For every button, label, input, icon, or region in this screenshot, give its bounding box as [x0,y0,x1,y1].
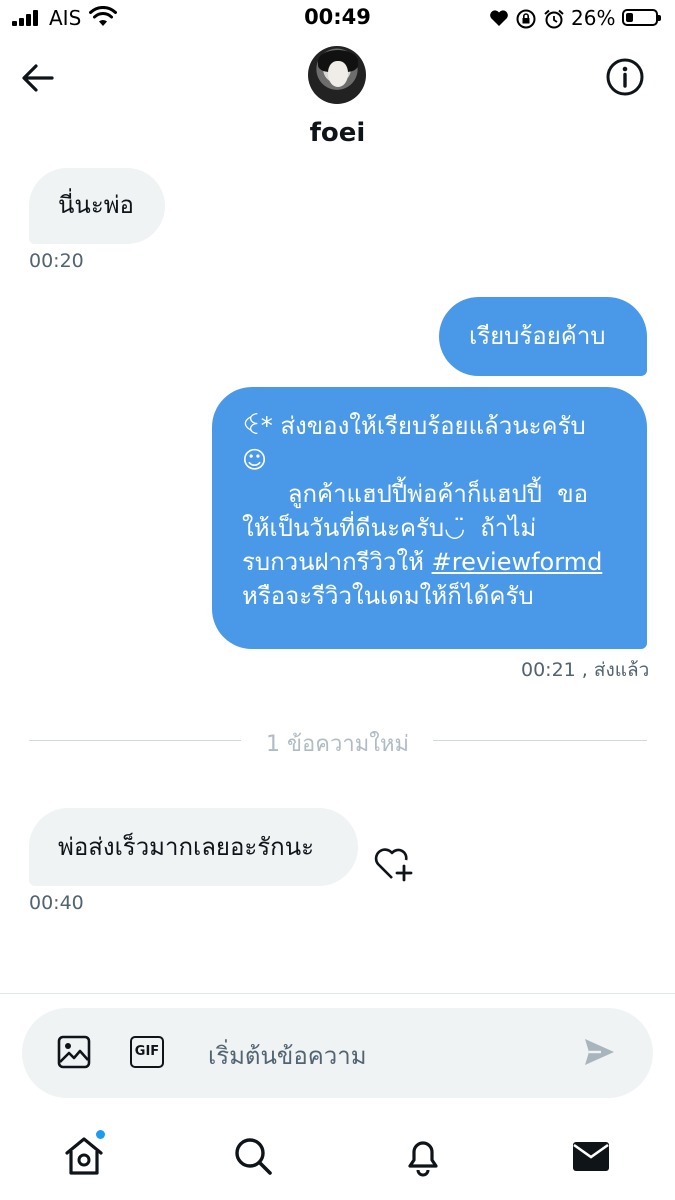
message-timestamp: 00:20 [29,250,84,272]
message-line: ลูกค้าแฮปปี้พ่อค้าก็แฮปปี้ ขอ [242,480,589,508]
conversation-header: foei [0,36,675,166]
bell-icon[interactable] [402,1135,444,1177]
search-icon[interactable] [232,1135,274,1177]
info-icon[interactable] [604,56,646,98]
message-line: รบกวนฝากรีวิวให้ #reviewformd [242,545,627,579]
hashtag-link[interactable]: #reviewformd [432,548,603,576]
contact-name[interactable]: foei [0,118,675,148]
avatar[interactable] [308,46,366,104]
message-bubble-incoming[interactable]: พ่อส่งเร็วมากเลยอะรักนะ [29,808,358,886]
message-bubble-outgoing[interactable]: เรียบร้อยค้าบ [439,297,647,376]
notification-dot [96,1130,105,1139]
arrow-left-icon[interactable] [18,58,58,98]
message-timestamp: 00:40 [29,892,84,914]
message-text: รบกวนฝากรีวิวให้ [242,548,432,576]
battery-icon [622,9,661,26]
message-text: นี่นะพ่อ [58,191,134,219]
message-bubble-incoming[interactable]: นี่นะพ่อ [29,168,165,244]
message-text: เรียบร้อยค้าบ [469,322,606,350]
message-bubble-outgoing[interactable]: ꒊ* ส่งของให้เรียบร้อยแล้วนะครับ ☺︎ ลูกค้… [212,387,647,649]
status-bar: AIS 00:49 26% [0,0,675,36]
message-line: หรือจะรีวิวในเดมให้ก็ได้ครับ [242,582,534,610]
new-messages-divider: 1 ข้อความใหม่ [0,726,675,761]
rotation-lock-icon [516,9,536,29]
image-icon[interactable] [57,1035,91,1069]
heart-icon [490,10,508,26]
heart-add-icon[interactable] [374,847,416,883]
message-text: พ่อส่งเร็วมากเลยอะรักนะ [58,833,314,861]
message-line: ☺︎ [242,446,268,474]
battery-percent: 26% [571,6,616,30]
message-timestamp: 00:21 , ส่งแล้ว [521,659,650,681]
home-icon[interactable] [63,1135,105,1177]
alarm-icon [544,9,564,29]
mail-icon[interactable] [570,1135,612,1177]
gif-button[interactable]: GIF [130,1036,164,1068]
composer-divider [0,993,675,994]
message-line: ให้เป็นวันที่ดีนะครับ◡̈ ถ้าไม่ [242,514,537,542]
message-input[interactable]: เริ่มต้นข้อความ [208,1036,367,1075]
message-composer: GIF เริ่มต้นข้อความ [22,1008,653,1098]
message-line: ꒊ* ส่งของให้เรียบร้อยแล้วนะครับ [242,412,586,440]
send-icon[interactable] [583,1036,615,1068]
